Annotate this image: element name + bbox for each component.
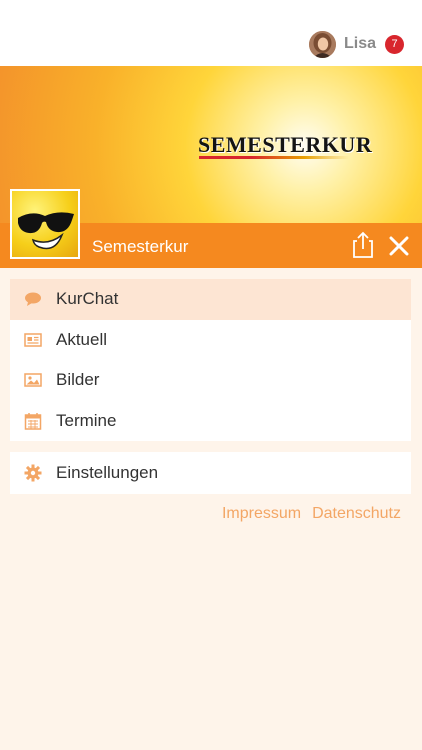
share-button[interactable]	[349, 230, 377, 260]
datenschutz-link[interactable]: Datenschutz	[312, 505, 401, 523]
chat-icon	[25, 292, 41, 307]
menu-item-termine[interactable]: Termine	[10, 401, 411, 442]
footer-links: Impressum Datenschutz	[222, 505, 401, 523]
menu-item-einstellungen[interactable]: Einstellungen	[10, 452, 411, 494]
menu-label-einstellungen: Einstellungen	[56, 463, 159, 482]
sunglasses-smiley-icon	[12, 191, 78, 257]
menu-label-kurchat: KurChat	[56, 289, 119, 309]
menu-item-kurchat[interactable]: KurChat	[10, 279, 411, 320]
banner-logo-underline	[199, 156, 349, 159]
gear-icon	[24, 464, 42, 482]
close-icon	[389, 236, 409, 256]
newspaper-icon	[24, 333, 42, 347]
settings-menu: Einstellungen	[10, 452, 411, 494]
menu-item-aktuell[interactable]: Aktuell	[10, 320, 411, 361]
group-avatar	[10, 189, 80, 259]
menu-label-termine: Termine	[56, 410, 117, 430]
user-menu[interactable]: Lisa 7	[308, 30, 404, 58]
menu-label-aktuell: Aktuell	[56, 329, 108, 349]
image-icon	[24, 373, 42, 387]
impressum-link[interactable]: Impressum	[222, 505, 301, 523]
banner-logo-text: SEMESTERKUR	[198, 132, 373, 157]
username[interactable]: Lisa	[344, 35, 376, 53]
calendar-icon	[24, 412, 42, 430]
notification-badge[interactable]: 7	[385, 34, 404, 54]
menu-label-bilder: Bilder	[56, 370, 100, 390]
user-avatar[interactable]	[308, 30, 336, 58]
page-title: Semesterkur	[92, 237, 189, 256]
share-icon	[353, 231, 373, 258]
menu-item-bilder[interactable]: Bilder	[10, 360, 411, 401]
top-bar: Lisa 7	[0, 0, 422, 66]
close-button[interactable]	[386, 233, 412, 259]
main-menu: KurChat Aktuell Bilder Termine	[10, 279, 411, 441]
